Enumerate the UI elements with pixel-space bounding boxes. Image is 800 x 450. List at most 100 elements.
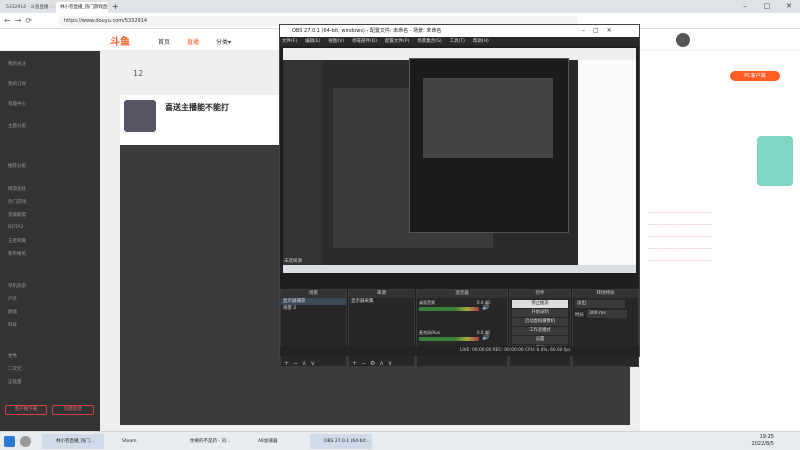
preview-taskbar bbox=[283, 265, 636, 273]
duration-label: 时长 bbox=[575, 313, 584, 318]
sidebar-item[interactable]: 单机热游 bbox=[8, 283, 26, 289]
nav-home[interactable]: 首页 bbox=[158, 37, 170, 46]
sidebar-item[interactable]: DOTA2 bbox=[8, 225, 23, 230]
download-client-button[interactable]: 客户端下载 bbox=[5, 405, 47, 415]
obs-menu-item[interactable]: 编辑(E) bbox=[305, 37, 320, 46]
chat-message: ……………………………………… bbox=[648, 258, 713, 263]
pc-client-badge[interactable]: PC客户端 bbox=[730, 71, 780, 81]
sidebar-item[interactable]: 科技 bbox=[8, 322, 17, 328]
clock-date: 2022/8/5 bbox=[751, 441, 774, 447]
speaker-icon[interactable]: 🔊 bbox=[482, 304, 489, 311]
settings-button[interactable]: 设置 bbox=[512, 336, 568, 344]
clock-time: 19:25 bbox=[759, 434, 774, 440]
streamer-avatar[interactable] bbox=[124, 100, 156, 132]
scene-item[interactable]: 显示器捕获 bbox=[281, 298, 346, 305]
maximize-icon[interactable]: □ bbox=[756, 0, 778, 13]
sidebar-item[interactable]: 户外 bbox=[8, 296, 17, 302]
browser-tab-active[interactable]: 林小苍直播_热门游戏直播_斗鱼... bbox=[56, 2, 108, 13]
chat-column: PC客户端 bbox=[640, 51, 800, 431]
start-recording-button[interactable]: 开始录制 bbox=[512, 309, 568, 317]
mixer-channel-name: 麦克风/Aux bbox=[419, 330, 440, 335]
transitions-header: 转场特效 bbox=[573, 290, 638, 298]
sidebar-item[interactable]: 网游竞技 bbox=[8, 186, 26, 192]
scene-toolbar-icon[interactable]: +−∧∨ bbox=[284, 360, 319, 367]
close-icon[interactable]: ✕ bbox=[778, 0, 800, 13]
taskbar-app-steam[interactable]: Steam bbox=[108, 434, 170, 449]
sidebar-item[interactable]: 我的订阅 bbox=[8, 81, 26, 87]
browser-tab-bar: 5332914 - 斗鱼直播 - 斗鱼直... 林小苍直播_热门游戏直播_斗鱼.… bbox=[0, 0, 800, 13]
transition-select[interactable]: 淡出 bbox=[575, 300, 625, 308]
nav-buttons-icon[interactable]: ←→⟳ bbox=[4, 16, 36, 25]
room-title: 喜送主播能不能打 bbox=[165, 103, 229, 112]
taskbar-app-music[interactable]: 你要的不是药 - 刘... bbox=[176, 434, 238, 449]
mixer-channel-name: 桌面音频 bbox=[419, 300, 435, 305]
chat-message: ……………………………………… bbox=[648, 246, 713, 251]
studio-mode-button[interactable]: 工作室模式 bbox=[512, 327, 568, 335]
source-toolbar-icon[interactable]: +−⚙∧∨ bbox=[352, 360, 396, 367]
sidebar-item[interactable]: 二次元 bbox=[8, 366, 22, 372]
duration-input[interactable]: 300 ms bbox=[587, 310, 627, 318]
source-item[interactable]: 显示器采集 bbox=[349, 298, 414, 305]
sidebar-item[interactable]: 有趣中心 bbox=[8, 101, 26, 107]
sources-header: 来源 bbox=[349, 290, 414, 298]
taskbar-app-obs[interactable]: OBS 27.0.1 (64-bit... bbox=[310, 434, 372, 449]
feedback-button[interactable]: 问题反馈 bbox=[52, 405, 94, 415]
desktop: 5332914 - 斗鱼直播 - 斗鱼直... 林小苍直播_热门游戏直播_斗鱼.… bbox=[0, 0, 800, 450]
chat-message: ……………………………………… bbox=[648, 210, 713, 215]
taskbar-clock[interactable]: 19:25 2022/8/5 bbox=[752, 434, 774, 448]
browser-tab[interactable]: 5332914 - 斗鱼直播 - 斗鱼直... bbox=[2, 2, 54, 13]
preview-sidebar bbox=[283, 60, 323, 265]
chat-message: ……………………………………… bbox=[648, 234, 713, 239]
nav-live[interactable]: 直播 bbox=[187, 37, 199, 46]
obs-status-bar: LIVE: 00:00:00 REC: 00:00:00 CPU: 0.4%, … bbox=[280, 346, 639, 356]
promo-character-image[interactable] bbox=[757, 136, 793, 186]
obs-window-controls-icon[interactable]: –□✕ bbox=[582, 25, 620, 37]
taskbar-app-accelerator[interactable]: AK加速器 bbox=[244, 434, 306, 449]
obs-window: OBS 27.0.1 (64-bit, windows) - 配置文件: 未命名… bbox=[279, 24, 640, 367]
chat-message: ……………………………………… bbox=[648, 222, 713, 227]
preview-chat bbox=[578, 60, 636, 265]
minimize-icon[interactable]: – bbox=[734, 0, 756, 13]
sidebar-item[interactable]: 推荐分类 bbox=[8, 163, 26, 169]
user-avatar[interactable] bbox=[676, 33, 690, 47]
stop-streaming-button[interactable]: 停止推流 bbox=[512, 300, 568, 308]
mixer-header: 混音器 bbox=[417, 290, 507, 298]
sidebar-item[interactable]: 我的关注 bbox=[8, 61, 26, 67]
sidebar-item[interactable]: 王者荣耀 bbox=[8, 238, 26, 244]
virtual-camera-button[interactable]: 启动虚拟摄像机 bbox=[512, 318, 568, 326]
obs-menu-item[interactable]: 工具(T) bbox=[450, 37, 465, 46]
nav-category[interactable]: 分类▾ bbox=[216, 37, 231, 46]
scene-item[interactable]: 场景 2 bbox=[281, 305, 346, 312]
obs-menu-item[interactable]: 场景集合(S) bbox=[417, 37, 441, 46]
obs-menu-bar: 文件(F) 编辑(E) 视图(V) 停靠部件(D) 配置文件(P) 场景集合(S… bbox=[280, 37, 639, 46]
sidebar-item[interactable]: 热门游戏 bbox=[8, 199, 26, 205]
taskbar-app-browser[interactable]: 林小苍直播_热门... bbox=[42, 434, 104, 449]
taskbar: 林小苍直播_热门... Steam 你要的不是药 - 刘... AK加速器 OB… bbox=[0, 431, 800, 450]
obs-menu-item[interactable]: 视图(V) bbox=[328, 37, 344, 46]
follow-count: 12 bbox=[133, 69, 144, 78]
mixer-meter bbox=[419, 307, 479, 311]
site-logo[interactable]: 斗鱼 bbox=[110, 33, 130, 48]
site-sidebar: 我的关注 我的订阅 有趣中心 主题分类 推荐分类 网游竞技 热门游戏 英雄联盟 … bbox=[0, 51, 100, 431]
sidebar-item[interactable]: 正能量 bbox=[8, 379, 22, 385]
new-tab-icon[interactable]: + bbox=[112, 1, 119, 13]
sidebar-item[interactable]: 英雄联盟 bbox=[8, 212, 26, 218]
obs-menu-item[interactable]: 配置文件(P) bbox=[385, 37, 409, 46]
obs-menu-item[interactable]: 帮助(H) bbox=[473, 37, 489, 46]
sidebar-item[interactable]: 主题分类 bbox=[8, 123, 26, 129]
no-source-label: 未选择源 bbox=[284, 259, 302, 264]
preview-nested-frame bbox=[423, 78, 553, 158]
sidebar-item[interactable]: 颜值 bbox=[8, 309, 17, 315]
windows-start-icon[interactable] bbox=[4, 436, 15, 447]
browser-window-controls: – □ ✕ bbox=[734, 0, 800, 13]
obs-menu-item[interactable]: 文件(F) bbox=[282, 37, 297, 46]
scenes-header: 场景 bbox=[281, 290, 346, 298]
mixer-meter bbox=[419, 337, 479, 341]
controls-header: 控件 bbox=[510, 290, 570, 298]
search-icon[interactable] bbox=[20, 436, 31, 447]
sidebar-item[interactable]: 星秀 bbox=[8, 353, 17, 359]
obs-menu-item[interactable]: 停靠部件(D) bbox=[352, 37, 377, 46]
speaker-icon[interactable]: 🔊 bbox=[482, 334, 489, 341]
sidebar-item[interactable]: 和平精英 bbox=[8, 251, 26, 257]
obs-preview[interactable] bbox=[283, 48, 636, 273]
